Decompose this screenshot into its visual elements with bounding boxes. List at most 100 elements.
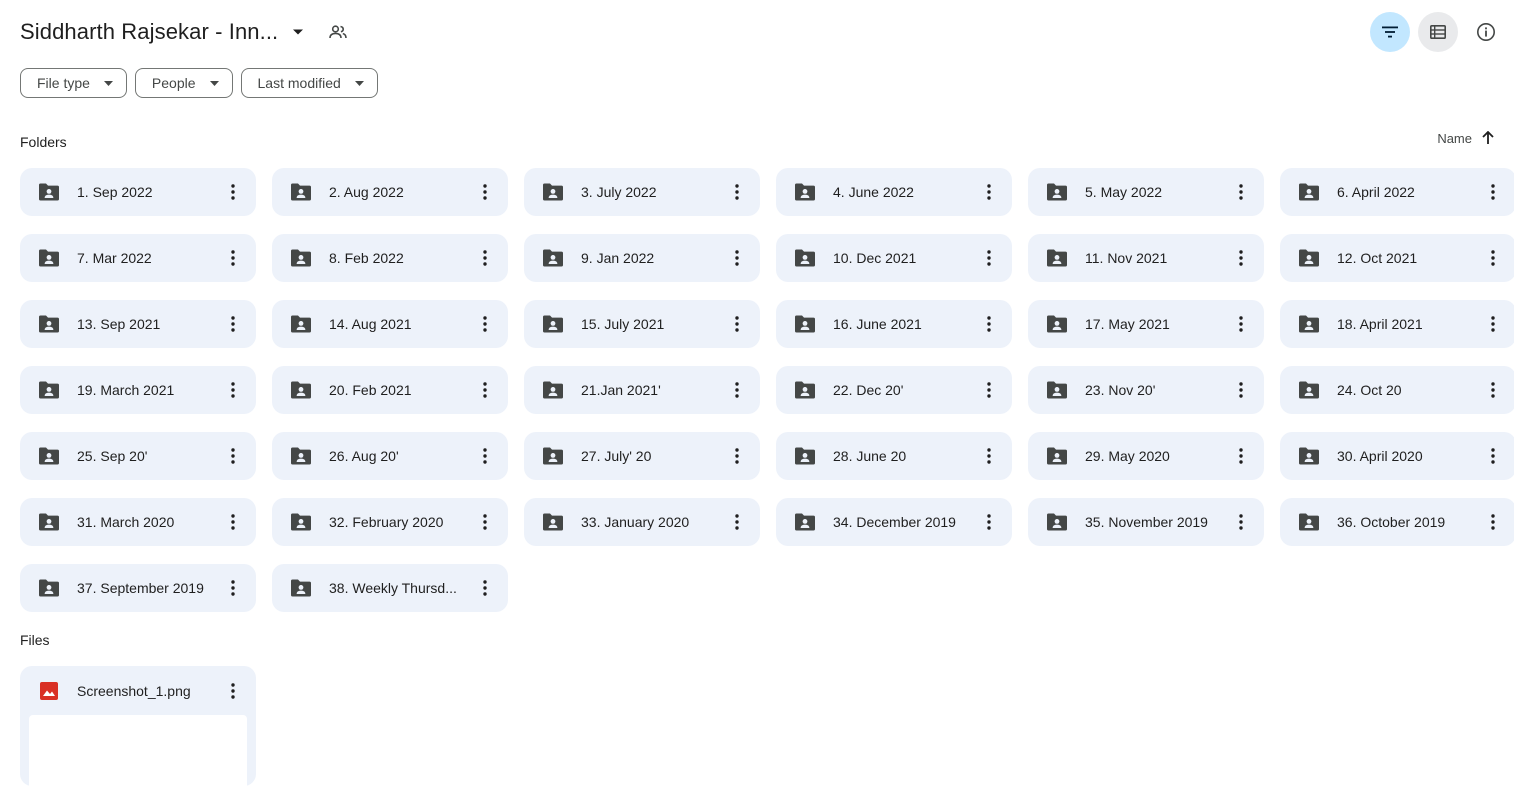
more-actions-icon[interactable] xyxy=(722,507,752,537)
folder-item[interactable]: 32. February 2020 xyxy=(272,498,508,546)
more-actions-icon[interactable] xyxy=(1226,243,1256,273)
more-actions-icon[interactable] xyxy=(974,441,1004,471)
more-actions-icon[interactable] xyxy=(1478,177,1508,207)
file-type-filter[interactable]: File type xyxy=(20,68,127,98)
shared-folder-icon xyxy=(290,380,312,400)
folder-item[interactable]: 6. April 2022 xyxy=(1280,168,1514,216)
folder-item[interactable]: 31. March 2020 xyxy=(20,498,256,546)
last-modified-filter[interactable]: Last modified xyxy=(240,68,378,98)
more-actions-icon[interactable] xyxy=(1226,309,1256,339)
folder-item[interactable]: 38. Weekly Thursd... xyxy=(272,564,508,612)
more-actions-icon[interactable] xyxy=(470,441,500,471)
folder-item[interactable]: 1. Sep 2022 xyxy=(20,168,256,216)
more-actions-icon[interactable] xyxy=(218,507,248,537)
people-filter[interactable]: People xyxy=(134,68,233,98)
more-actions-icon[interactable] xyxy=(218,243,248,273)
folder-item[interactable]: 35. November 2019 xyxy=(1028,498,1264,546)
folder-name: 2. Aug 2022 xyxy=(329,184,404,200)
list-view-button[interactable] xyxy=(1418,12,1458,52)
more-actions-icon[interactable] xyxy=(974,309,1004,339)
folder-item[interactable]: 3. July 2022 xyxy=(524,168,760,216)
folder-item[interactable]: 37. September 2019 xyxy=(20,564,256,612)
folder-item[interactable]: 22. Dec 20' xyxy=(776,366,1012,414)
more-actions-icon[interactable] xyxy=(470,573,500,603)
view-toolbar xyxy=(1370,12,1506,52)
folder-item[interactable]: 33. January 2020 xyxy=(524,498,760,546)
file-card[interactable]: Screenshot_1.png xyxy=(20,666,256,786)
page-title[interactable]: Siddharth Rajsekar - Inn... xyxy=(20,19,278,45)
folder-item[interactable]: 2. Aug 2022 xyxy=(272,168,508,216)
folder-item[interactable]: 9. Jan 2022 xyxy=(524,234,760,282)
folder-item[interactable]: 13. Sep 2021 xyxy=(20,300,256,348)
folder-item[interactable]: 29. May 2020 xyxy=(1028,432,1264,480)
shared-folder-icon xyxy=(1298,512,1320,532)
folder-item[interactable]: 23. Nov 20' xyxy=(1028,366,1264,414)
more-actions-icon[interactable] xyxy=(1478,243,1508,273)
more-actions-icon[interactable] xyxy=(218,375,248,405)
folder-item[interactable]: 18. April 2021 xyxy=(1280,300,1514,348)
filter-button[interactable] xyxy=(1370,12,1410,52)
more-actions-icon[interactable] xyxy=(1226,507,1256,537)
folder-item[interactable]: 36. October 2019 xyxy=(1280,498,1514,546)
more-actions-icon[interactable] xyxy=(974,375,1004,405)
folder-item[interactable]: 20. Feb 2021 xyxy=(272,366,508,414)
more-actions-icon[interactable] xyxy=(974,243,1004,273)
shared-folder-icon xyxy=(290,182,312,202)
shared-folder-icon xyxy=(794,314,816,334)
more-actions-icon[interactable] xyxy=(470,375,500,405)
folder-item[interactable]: 30. April 2020 xyxy=(1280,432,1514,480)
more-actions-icon[interactable] xyxy=(1226,441,1256,471)
more-actions-icon[interactable] xyxy=(218,676,248,706)
details-info-button[interactable] xyxy=(1466,12,1506,52)
folder-name: 10. Dec 2021 xyxy=(833,250,917,266)
more-actions-icon[interactable] xyxy=(1478,441,1508,471)
sort-by-name-button[interactable]: Name xyxy=(1437,128,1498,148)
more-actions-icon[interactable] xyxy=(722,309,752,339)
more-actions-icon[interactable] xyxy=(470,309,500,339)
more-actions-icon[interactable] xyxy=(1478,375,1508,405)
folder-item[interactable]: 10. Dec 2021 xyxy=(776,234,1012,282)
folder-item[interactable]: 5. May 2022 xyxy=(1028,168,1264,216)
folder-item[interactable]: 11. Nov 2021 xyxy=(1028,234,1264,282)
folder-item[interactable]: 26. Aug 20' xyxy=(272,432,508,480)
title-dropdown-icon[interactable] xyxy=(286,20,310,44)
more-actions-icon[interactable] xyxy=(1226,375,1256,405)
more-actions-icon[interactable] xyxy=(722,243,752,273)
folder-item[interactable]: 28. June 20 xyxy=(776,432,1012,480)
shared-folder-icon xyxy=(794,182,816,202)
more-actions-icon[interactable] xyxy=(218,441,248,471)
more-actions-icon[interactable] xyxy=(1478,507,1508,537)
folder-item[interactable]: 19. March 2021 xyxy=(20,366,256,414)
folder-item[interactable]: 27. July' 20 xyxy=(524,432,760,480)
file-card-header: Screenshot_1.png xyxy=(20,666,256,716)
shared-folder-icon xyxy=(290,248,312,268)
folder-item[interactable]: 25. Sep 20' xyxy=(20,432,256,480)
folder-item[interactable]: 16. June 2021 xyxy=(776,300,1012,348)
more-actions-icon[interactable] xyxy=(218,177,248,207)
more-actions-icon[interactable] xyxy=(218,309,248,339)
more-actions-icon[interactable] xyxy=(722,375,752,405)
more-actions-icon[interactable] xyxy=(470,243,500,273)
folder-item[interactable]: 14. Aug 2021 xyxy=(272,300,508,348)
more-actions-icon[interactable] xyxy=(974,177,1004,207)
folder-item[interactable]: 24. Oct 20 xyxy=(1280,366,1514,414)
shared-drive-people-icon[interactable] xyxy=(324,18,352,46)
more-actions-icon[interactable] xyxy=(470,177,500,207)
more-actions-icon[interactable] xyxy=(1478,309,1508,339)
folder-item[interactable]: 15. July 2021 xyxy=(524,300,760,348)
folder-item[interactable]: 34. December 2019 xyxy=(776,498,1012,546)
folder-item[interactable]: 8. Feb 2022 xyxy=(272,234,508,282)
folder-item[interactable]: 4. June 2022 xyxy=(776,168,1012,216)
folder-item[interactable]: 21.Jan 2021' xyxy=(524,366,760,414)
folder-item[interactable]: 17. May 2021 xyxy=(1028,300,1264,348)
more-actions-icon[interactable] xyxy=(722,177,752,207)
folder-item[interactable]: 12. Oct 2021 xyxy=(1280,234,1514,282)
more-actions-icon[interactable] xyxy=(1226,177,1256,207)
folder-name: 9. Jan 2022 xyxy=(581,250,655,266)
folder-grid: 1. Sep 2022 2. Aug 2022 3. July 2022 4. Jun… xyxy=(20,168,1514,612)
more-actions-icon[interactable] xyxy=(470,507,500,537)
more-actions-icon[interactable] xyxy=(974,507,1004,537)
more-actions-icon[interactable] xyxy=(722,441,752,471)
more-actions-icon[interactable] xyxy=(218,573,248,603)
folder-item[interactable]: 7. Mar 2022 xyxy=(20,234,256,282)
